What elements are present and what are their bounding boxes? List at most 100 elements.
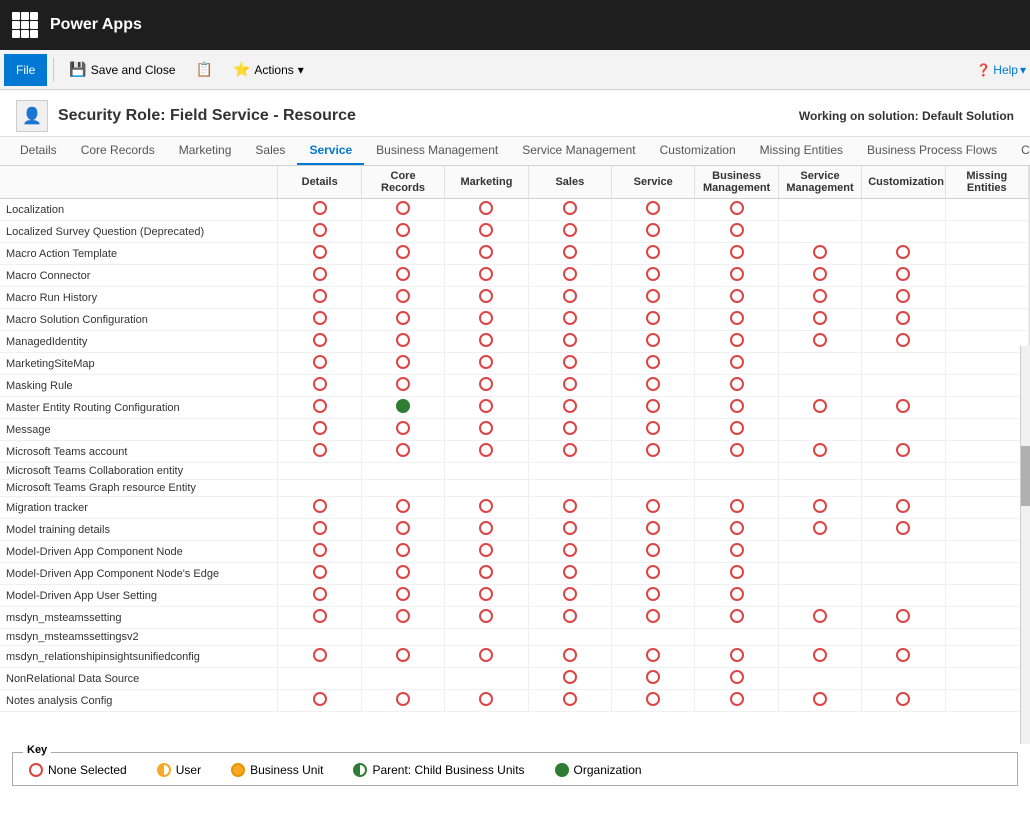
permission-cell[interactable]	[528, 331, 611, 353]
waffle-icon[interactable]	[12, 12, 38, 38]
permission-cell[interactable]	[528, 585, 611, 607]
permission-cell[interactable]	[528, 563, 611, 585]
permission-cell[interactable]	[695, 419, 778, 441]
permission-cell[interactable]	[528, 397, 611, 419]
permission-cell[interactable]	[278, 221, 361, 243]
scrollbar-thumb[interactable]	[1021, 446, 1030, 506]
permission-cell[interactable]	[695, 265, 778, 287]
permission-cell[interactable]	[445, 397, 528, 419]
permission-cell[interactable]	[612, 480, 695, 497]
permission-cell[interactable]	[862, 243, 945, 265]
permission-cell[interactable]	[862, 519, 945, 541]
permission-cell[interactable]	[945, 585, 1028, 607]
permission-cell[interactable]	[862, 668, 945, 690]
permission-cell[interactable]	[361, 463, 444, 480]
permission-cell[interactable]	[695, 497, 778, 519]
tab-custom-entities[interactable]: Custom Entities	[1009, 137, 1030, 165]
permission-cell[interactable]	[445, 585, 528, 607]
permission-cell[interactable]	[528, 541, 611, 563]
permission-cell[interactable]	[778, 480, 861, 497]
permission-cell[interactable]	[612, 353, 695, 375]
permission-cell[interactable]	[612, 397, 695, 419]
permission-cell[interactable]	[945, 629, 1028, 646]
permission-cell[interactable]	[945, 243, 1028, 265]
permission-cell[interactable]	[278, 497, 361, 519]
permission-cell[interactable]	[695, 441, 778, 463]
permission-cell[interactable]	[445, 541, 528, 563]
permission-cell[interactable]	[612, 519, 695, 541]
tab-service-management[interactable]: Service Management	[510, 137, 647, 165]
permission-cell[interactable]	[278, 563, 361, 585]
permission-cell[interactable]	[445, 331, 528, 353]
permission-cell[interactable]	[862, 541, 945, 563]
save-close-button[interactable]: 💾 Save and Close	[60, 54, 184, 86]
permission-cell[interactable]	[695, 607, 778, 629]
permission-cell[interactable]	[361, 199, 444, 221]
permission-cell[interactable]	[278, 541, 361, 563]
permission-cell[interactable]	[528, 480, 611, 497]
permission-cell[interactable]	[361, 331, 444, 353]
tab-business-management[interactable]: Business Management	[364, 137, 510, 165]
permission-cell[interactable]	[361, 480, 444, 497]
permission-cell[interactable]	[778, 221, 861, 243]
permission-cell[interactable]	[862, 629, 945, 646]
permission-cell[interactable]	[445, 497, 528, 519]
permission-cell[interactable]	[695, 480, 778, 497]
permission-cell[interactable]	[778, 441, 861, 463]
permission-cell[interactable]	[361, 353, 444, 375]
permission-cell[interactable]	[445, 480, 528, 497]
permission-cell[interactable]	[945, 497, 1028, 519]
outer-scrollbar[interactable]	[1020, 346, 1030, 744]
permission-cell[interactable]	[612, 690, 695, 712]
tab-missing-entities[interactable]: Missing Entities	[748, 137, 855, 165]
permission-cell[interactable]	[945, 265, 1028, 287]
permission-cell[interactable]	[361, 375, 444, 397]
permission-cell[interactable]	[778, 668, 861, 690]
permission-cell[interactable]	[445, 353, 528, 375]
permission-cell[interactable]	[361, 607, 444, 629]
permission-cell[interactable]	[361, 563, 444, 585]
permission-cell[interactable]	[778, 287, 861, 309]
permission-cell[interactable]	[945, 563, 1028, 585]
permission-cell[interactable]	[612, 463, 695, 480]
permission-cell[interactable]	[862, 309, 945, 331]
permission-cell[interactable]	[361, 497, 444, 519]
permission-cell[interactable]	[695, 690, 778, 712]
permission-cell[interactable]	[862, 585, 945, 607]
permission-cell[interactable]	[945, 287, 1028, 309]
permission-cell[interactable]	[445, 690, 528, 712]
permission-cell[interactable]	[945, 480, 1028, 497]
permission-cell[interactable]	[778, 519, 861, 541]
permission-cell[interactable]	[695, 331, 778, 353]
permission-cell[interactable]	[445, 375, 528, 397]
permission-cell[interactable]	[278, 519, 361, 541]
permission-cell[interactable]	[278, 397, 361, 419]
permission-cell[interactable]	[445, 419, 528, 441]
permission-cell[interactable]	[695, 243, 778, 265]
permission-cell[interactable]	[445, 519, 528, 541]
permission-cell[interactable]	[945, 221, 1028, 243]
permission-cell[interactable]	[528, 199, 611, 221]
permission-cell[interactable]	[862, 397, 945, 419]
permission-cell[interactable]	[612, 419, 695, 441]
permission-cell[interactable]	[778, 353, 861, 375]
permission-cell[interactable]	[278, 607, 361, 629]
permission-cell[interactable]	[945, 419, 1028, 441]
permission-cell[interactable]	[695, 563, 778, 585]
permission-cell[interactable]	[361, 243, 444, 265]
permission-cell[interactable]	[445, 463, 528, 480]
tab-business-process-flows[interactable]: Business Process Flows	[855, 137, 1009, 165]
permission-cell[interactable]	[945, 463, 1028, 480]
permission-cell[interactable]	[695, 519, 778, 541]
permission-cell[interactable]	[528, 441, 611, 463]
permission-cell[interactable]	[278, 463, 361, 480]
tab-service[interactable]: Service	[297, 137, 364, 165]
permission-cell[interactable]	[612, 199, 695, 221]
permission-cell[interactable]	[278, 199, 361, 221]
permission-cell[interactable]	[278, 480, 361, 497]
permission-cell[interactable]	[278, 585, 361, 607]
permission-cell[interactable]	[862, 331, 945, 353]
permission-cell[interactable]	[612, 375, 695, 397]
permission-cell[interactable]	[695, 199, 778, 221]
permission-cell[interactable]	[612, 309, 695, 331]
